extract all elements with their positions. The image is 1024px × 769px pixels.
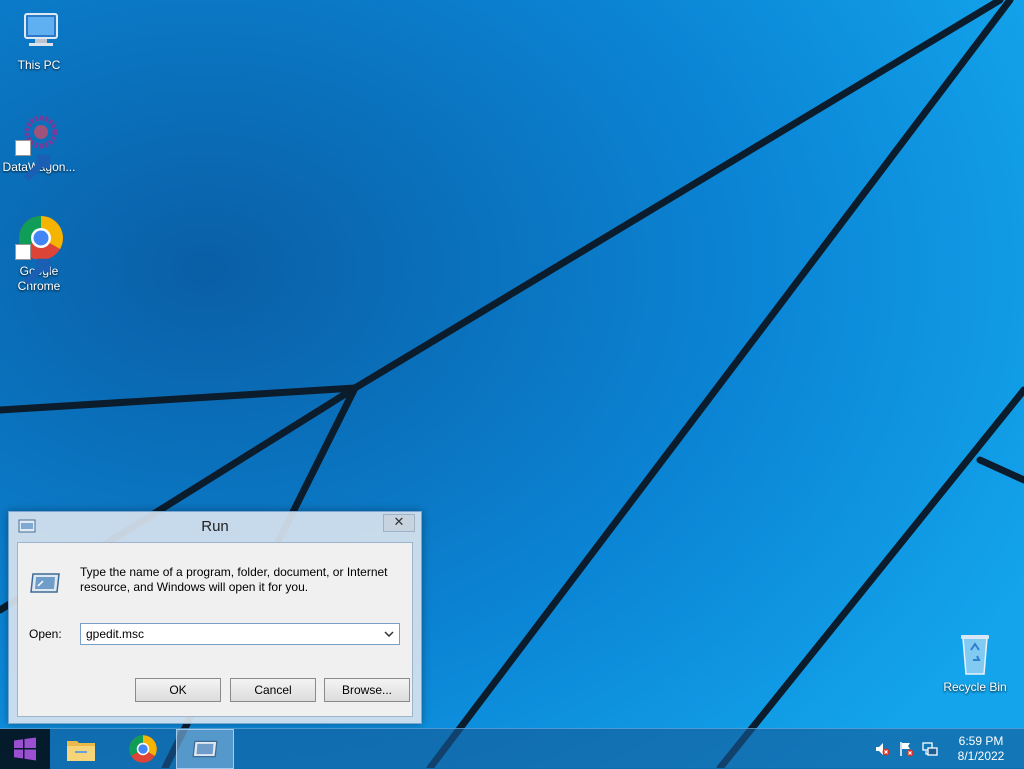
browse-button[interactable]: Browse...	[324, 678, 410, 702]
action-center-flag-icon[interactable]	[898, 741, 914, 757]
datawagon-icon	[15, 110, 63, 182]
open-input[interactable]	[81, 624, 377, 644]
taskbar-file-explorer[interactable]	[52, 729, 110, 769]
taskbar-chrome[interactable]	[114, 729, 172, 769]
desktop-icon-label: Recycle Bin	[943, 680, 1007, 694]
open-combobox[interactable]	[80, 623, 400, 645]
cancel-button[interactable]: Cancel	[230, 678, 316, 702]
run-app-icon	[30, 573, 60, 593]
recycle-bin-icon	[951, 630, 999, 678]
file-explorer-icon	[67, 741, 95, 761]
this-pc-icon	[15, 8, 63, 56]
clock-time: 6:59 PM	[958, 734, 1004, 748]
run-description: Type the name of a program, folder, docu…	[80, 565, 388, 594]
clock-date: 8/1/2022	[957, 749, 1005, 763]
run-dialog: Run ✕ Type the name of a program, folder…	[8, 511, 422, 724]
run-dialog-title: Run	[201, 518, 229, 535]
ok-button[interactable]: OK	[135, 678, 221, 702]
desktop-icon-google-chrome[interactable]: Google Chrome	[1, 214, 77, 294]
run-titlebar[interactable]: Run ✕	[9, 512, 421, 542]
desktop-icon-recycle-bin[interactable]: Recycle Bin	[937, 630, 1013, 695]
close-button[interactable]: ✕	[383, 514, 415, 532]
chrome-icon	[15, 214, 63, 286]
close-icon: ✕	[393, 515, 405, 530]
open-dropdown-button[interactable]	[379, 624, 399, 644]
run-icon	[192, 740, 218, 758]
chrome-icon	[129, 735, 157, 763]
chevron-down-icon	[384, 631, 394, 637]
dialog-button-bar: OK Cancel Browse...	[18, 668, 412, 716]
network-icon[interactable]	[922, 741, 938, 757]
taskbar-clock[interactable]: 6:59 PM 8/1/2022	[946, 734, 1016, 764]
shortcut-arrow-icon	[15, 140, 51, 182]
open-label: Open:	[29, 627, 62, 641]
start-button[interactable]	[0, 729, 50, 769]
shortcut-arrow-icon	[15, 244, 51, 286]
taskbar-run[interactable]	[176, 729, 234, 769]
desktop-icon-label: This PC	[17, 58, 61, 72]
run-dialog-body: Type the name of a program, folder, docu…	[17, 542, 413, 717]
desktop-icon-this-pc[interactable]: This PC	[1, 8, 77, 73]
desktop-icon-datawagon[interactable]: DataWagon...	[1, 110, 77, 182]
taskbar: 6:59 PM 8/1/2022	[0, 728, 1024, 769]
volume-muted-icon[interactable]	[874, 741, 890, 757]
windows-logo-icon	[14, 737, 36, 761]
